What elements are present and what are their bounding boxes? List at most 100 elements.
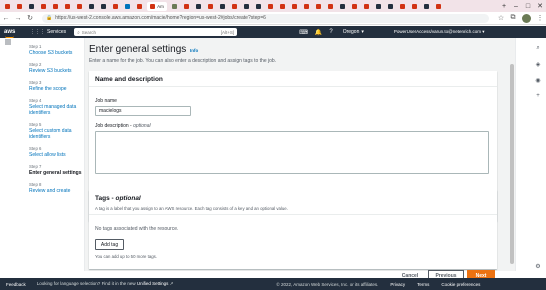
cookie-preferences-link[interactable]: Cookie preferences bbox=[441, 282, 480, 287]
wizard-step[interactable]: Step 5 Select custom data identifiers bbox=[29, 122, 84, 140]
browser-tab[interactable] bbox=[15, 2, 24, 11]
search-icon[interactable]: ⌕ bbox=[534, 44, 542, 52]
unified-settings-link[interactable]: Unified Settings bbox=[137, 281, 169, 286]
step-label[interactable]: Select custom data identifiers bbox=[29, 128, 84, 140]
browser-tab[interactable] bbox=[254, 2, 263, 11]
forward-icon[interactable]: → bbox=[12, 12, 24, 24]
browser-tab[interactable] bbox=[338, 2, 347, 11]
step-label[interactable]: Select allow lists bbox=[29, 152, 84, 158]
tab-favicon-icon bbox=[184, 3, 189, 9]
browser-tab[interactable] bbox=[326, 2, 335, 11]
wizard-step[interactable]: Step 8 Review and create bbox=[29, 182, 84, 194]
tab-favicon-icon bbox=[137, 3, 142, 9]
add-icon[interactable]: + bbox=[534, 92, 542, 100]
browser-tab[interactable] bbox=[3, 2, 12, 11]
terms-link[interactable]: Terms bbox=[417, 282, 429, 287]
browser-tab[interactable] bbox=[278, 2, 287, 11]
right-side-panel bbox=[515, 38, 546, 271]
tags-empty-text: No tags associated with the resource. bbox=[95, 226, 179, 232]
tags-limit-text: You can add up to 50 more tags. bbox=[95, 254, 157, 259]
browser-tab[interactable] bbox=[422, 2, 431, 11]
browser-tab[interactable] bbox=[182, 2, 191, 11]
browser-tab[interactable] bbox=[362, 2, 371, 11]
browser-tab[interactable] bbox=[123, 2, 132, 11]
scrollbar-thumb[interactable] bbox=[510, 64, 514, 264]
back-icon[interactable]: ← bbox=[0, 12, 12, 24]
job-description-input[interactable] bbox=[95, 131, 489, 174]
browser-tab[interactable] bbox=[434, 2, 443, 11]
tab-favicon-icon bbox=[29, 3, 34, 9]
browser-tab[interactable] bbox=[135, 2, 144, 11]
url-field[interactable]: 🔒 https://us-west-2.console.aws.amazon.c… bbox=[42, 13, 489, 23]
browser-tab[interactable] bbox=[374, 2, 383, 11]
account-menu[interactable]: PowerUserAccess/varun.to@netenrich.com ▾ bbox=[394, 29, 485, 35]
tab-favicon-icon bbox=[17, 3, 22, 9]
browser-tab[interactable] bbox=[51, 2, 60, 11]
browser-menu-icon[interactable]: ⋮ bbox=[534, 12, 546, 24]
close-window-icon[interactable]: ✕ bbox=[534, 0, 546, 12]
step-label[interactable]: Select managed data identifiers bbox=[29, 104, 84, 116]
tab-favicon-icon bbox=[232, 3, 237, 9]
job-name-input[interactable] bbox=[95, 106, 191, 116]
extensions-icon[interactable]: ⧉ bbox=[507, 12, 519, 24]
browser-tab[interactable] bbox=[39, 2, 48, 11]
region-selector[interactable]: Oregon ▾ bbox=[343, 29, 364, 35]
info-link[interactable]: Info bbox=[190, 48, 198, 53]
maximize-icon[interactable]: □ bbox=[522, 0, 534, 12]
settings-icon[interactable]: ⚙ bbox=[534, 262, 542, 270]
reload-icon[interactable]: ↻ bbox=[24, 12, 36, 24]
step-label[interactable]: Review and create bbox=[29, 188, 84, 194]
browser-tab[interactable] bbox=[290, 2, 299, 11]
browser-tab[interactable] bbox=[206, 2, 215, 11]
outlook-icon[interactable]: ◉ bbox=[534, 76, 542, 84]
browser-tab[interactable] bbox=[398, 2, 407, 11]
browser-tab[interactable] bbox=[170, 2, 179, 11]
add-tag-button[interactable]: Add tag bbox=[95, 239, 124, 250]
step-label[interactable]: Refine the scope bbox=[29, 86, 84, 92]
aws-logo[interactable]: aws bbox=[4, 29, 26, 38]
bookmark-icon[interactable]: ◈ bbox=[534, 60, 542, 68]
help-icon[interactable]: ? bbox=[329, 29, 332, 35]
steps-toggle-icon[interactable] bbox=[4, 38, 12, 158]
browser-tab[interactable] bbox=[63, 2, 72, 11]
tab-favicon-icon bbox=[364, 3, 369, 9]
wizard-step[interactable]: Step 4 Select managed data identifiers bbox=[29, 98, 84, 116]
tab-favicon-icon bbox=[328, 3, 333, 9]
browser-tab[interactable] bbox=[314, 2, 323, 11]
feedback-link[interactable]: Feedback bbox=[6, 282, 26, 287]
minimize-icon[interactable]: – bbox=[510, 0, 522, 12]
step-label[interactable]: Choose S3 buckets bbox=[29, 50, 84, 56]
browser-tab[interactable] bbox=[350, 2, 359, 11]
browser-tab[interactable] bbox=[87, 2, 96, 11]
wizard-step[interactable]: Step 2 Review S3 buckets bbox=[29, 62, 84, 74]
browser-tab[interactable] bbox=[410, 2, 419, 11]
tags-description: A tag is a label that you assign to an A… bbox=[95, 206, 288, 211]
step-label[interactable]: Review S3 buckets bbox=[29, 68, 84, 74]
tab-favicon-icon bbox=[172, 3, 177, 9]
wizard-step[interactable]: Step 1 Choose S3 buckets bbox=[29, 44, 84, 56]
search-icon: ⌕ bbox=[77, 29, 80, 35]
browser-tab[interactable] bbox=[386, 2, 395, 11]
tab-favicon-icon bbox=[280, 3, 285, 9]
browser-tab[interactable] bbox=[27, 2, 36, 11]
bookmark-star-icon[interactable]: ☆ bbox=[495, 12, 507, 24]
wizard-step[interactable]: Step 6 Select allow lists bbox=[29, 146, 84, 158]
browser-tab-active[interactable]: Am bbox=[147, 1, 167, 11]
browser-tab[interactable] bbox=[99, 2, 108, 11]
browser-tab[interactable] bbox=[194, 2, 203, 11]
new-tab-button[interactable]: + bbox=[498, 0, 510, 12]
wizard-step[interactable]: Step 3 Refine the scope bbox=[29, 80, 84, 92]
privacy-link[interactable]: Privacy bbox=[390, 282, 405, 287]
browser-tab[interactable] bbox=[230, 2, 239, 11]
browser-tab[interactable] bbox=[302, 2, 311, 11]
search-input[interactable]: ⌕ Search [Alt+S] bbox=[74, 28, 238, 36]
browser-tab[interactable] bbox=[266, 2, 275, 11]
services-button[interactable]: ⋮⋮⋮ Services bbox=[30, 29, 66, 35]
browser-tab[interactable] bbox=[75, 2, 84, 11]
cloudshell-icon[interactable]: ⌨ bbox=[299, 29, 308, 36]
browser-tab[interactable] bbox=[111, 2, 120, 11]
browser-tab[interactable] bbox=[218, 2, 227, 11]
notifications-icon[interactable]: 🔔 bbox=[315, 29, 322, 36]
profile-avatar[interactable] bbox=[522, 13, 531, 23]
browser-tab[interactable] bbox=[242, 2, 251, 11]
